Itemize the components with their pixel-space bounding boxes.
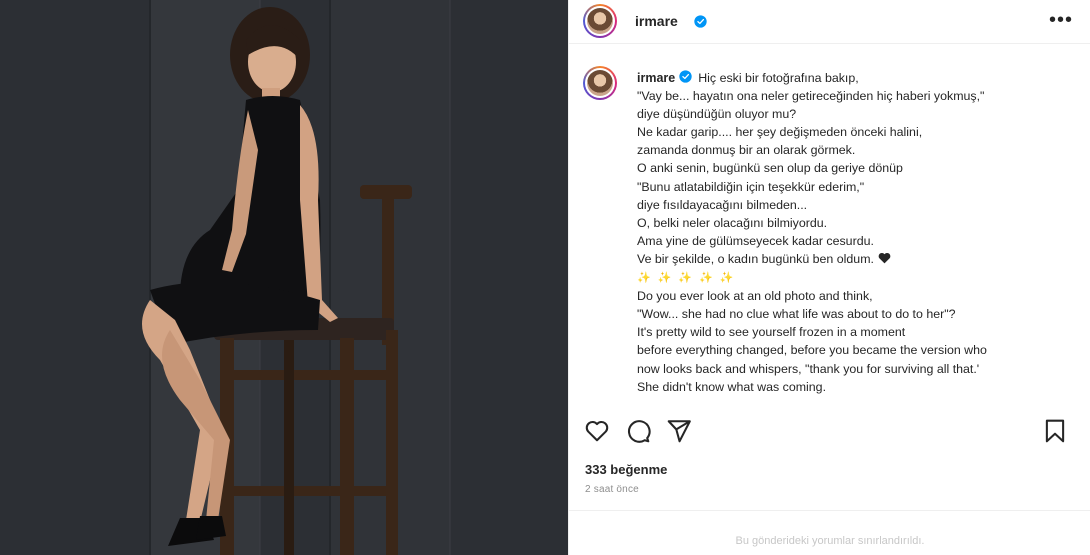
- caption-username[interactable]: irmare: [637, 71, 675, 85]
- comment-icon[interactable]: [625, 418, 651, 444]
- verified-badge-icon: [679, 70, 692, 83]
- caption-line: O anki senin, bugünkü sen olup da geriye…: [637, 161, 903, 176]
- caption-line: Ve bir şekilde, o kadın bugünkü ben oldu…: [637, 250, 1077, 268]
- caption-line: now looks back and whispers, "thank you …: [637, 361, 980, 376]
- caption-line: She didn't know what was coming.: [637, 379, 827, 394]
- caption-area: irmare Hiç eski bir fotoğrafına bakıp, "V…: [569, 45, 1090, 407]
- caption-text: irmare Hiç eski bir fotoğrafına bakıp, "V…: [637, 69, 1077, 396]
- divider: [569, 510, 1090, 511]
- sparkle-icon: ✨: [719, 272, 734, 285]
- post-header: irmare •••: [569, 0, 1090, 44]
- caption-line: "Wow... she had no clue what life was ab…: [637, 307, 956, 322]
- author-username[interactable]: irmare: [635, 13, 678, 29]
- comments-restricted-notice: Bu gönderideki yorumlar sınırlandırıldı.: [735, 535, 925, 547]
- caption-line: zamanda donmuş bir an olarak görmek.: [637, 143, 856, 158]
- send-icon[interactable]: [666, 418, 692, 444]
- caption-line: Ama yine de gülümseyecek kadar cesurdu.: [637, 233, 874, 248]
- likes-count[interactable]: 333 beğenme: [585, 462, 667, 477]
- photo-illustration: [0, 0, 568, 555]
- more-options-button[interactable]: •••: [1049, 10, 1073, 30]
- author-avatar[interactable]: [583, 4, 617, 38]
- bookmark-icon[interactable]: [1042, 418, 1068, 444]
- caption-line: Do you ever look at an old photo and thi…: [637, 289, 873, 304]
- sparkle-icon: ✨: [699, 272, 713, 285]
- caption-line: irmare Hiç eski bir fotoğrafına bakıp,: [637, 70, 859, 85]
- sparkle-icon: ✨: [657, 272, 672, 285]
- heart-icon[interactable]: [584, 418, 610, 444]
- caption-line: before everything changed, before you be…: [637, 343, 987, 358]
- verified-badge-icon: [694, 15, 707, 28]
- sparkle-icon: ✨: [678, 272, 693, 285]
- sparkle-icon: ✨: [637, 272, 651, 285]
- caption-line: diye fısıldayacağını bilmeden...: [637, 197, 808, 212]
- sparkles-emoji-row: ✨ ✨ ✨ ✨ ✨: [637, 268, 1077, 287]
- caption-author-avatar[interactable]: [583, 66, 617, 100]
- caption-line: O, belki neler olacağını bilmiyordu.: [637, 215, 828, 230]
- post-actions: [569, 414, 1090, 448]
- post-photo[interactable]: [0, 0, 568, 555]
- caption-line: Ne kadar garip.... her şey değişmeden ön…: [637, 125, 923, 140]
- post-panel: irmare ••• irmare Hiç eski bir fotoğrafın…: [568, 0, 1090, 555]
- caption-line: "Vay be... hayatın ona neler getireceğin…: [637, 89, 985, 104]
- caption-line: diye düşündüğün oluyor mu?: [637, 107, 797, 122]
- post-timestamp[interactable]: 2 saat önce: [585, 484, 639, 495]
- caption-line: It's pretty wild to see yourself frozen …: [637, 325, 906, 340]
- black-heart-icon: [878, 252, 891, 264]
- caption-line: "Bunu atlatabildiğin için teşekkür ederi…: [637, 179, 865, 194]
